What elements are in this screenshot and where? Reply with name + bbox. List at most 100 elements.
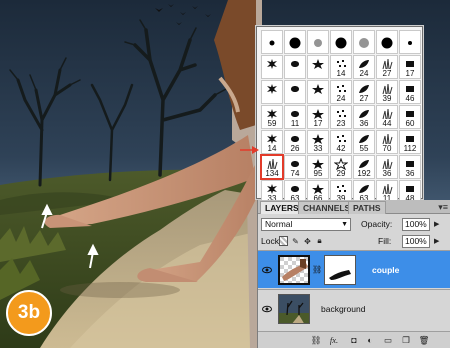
layer-mask-thumbnail[interactable] [324,255,356,285]
opacity-dropdown-icon[interactable]: ▶ [434,219,439,230]
brush-size-label: 11 [290,119,300,128]
brush-preset[interactable] [376,30,398,54]
brush-preset[interactable] [261,55,283,79]
layers-bottom-toolbar: ⛓ fx. ◘ ◐ ▭ ❐ 🗑︎ [258,331,450,348]
layer-thumbnail-couple[interactable] [278,255,310,285]
opacity-field[interactable]: 100% [402,218,430,231]
brush-tip-icon [311,58,325,70]
brush-preset[interactable]: 55 [353,130,375,154]
selected-brush-arrow [240,146,259,154]
brush-size-label: 23 [336,119,346,128]
brush-preset[interactable]: 95 [307,155,329,179]
brush-size-label: 24 [336,94,346,103]
brush-size-label: 134 [265,169,279,178]
brush-size-label: 36 [359,119,369,128]
brush-preset[interactable]: 27 [376,55,398,79]
brush-preset[interactable] [330,30,352,54]
brush-preset[interactable]: 134 [260,154,284,180]
brush-preset[interactable]: 33 [307,130,329,154]
brush-tip-icon [311,34,325,52]
adjustment-layer-icon[interactable]: ◐ [364,335,376,346]
brush-preset[interactable] [284,80,306,104]
brush-preset[interactable]: 36 [399,155,421,179]
fill-field[interactable]: 100% [402,235,430,248]
brush-preset[interactable] [307,30,329,54]
brush-preset[interactable]: 14 [330,55,352,79]
brush-preset[interactable] [307,80,329,104]
brush-size-label: 27 [359,94,369,103]
layer-row-background[interactable]: background [258,289,450,327]
brush-preset[interactable]: 26 [284,130,306,154]
lock-position-icon[interactable]: ✥ [303,236,312,246]
tab-paths[interactable]: PATHS [348,201,386,214]
brush-preset[interactable]: 59 [261,105,283,129]
brush-preset[interactable]: 36 [353,105,375,129]
mask-link-icon[interactable]: ⛓ [312,265,322,274]
brush-preset[interactable]: 23 [330,105,352,129]
brush-preset[interactable]: 60 [399,105,421,129]
blend-mode-select[interactable]: Normal ▼ [261,218,351,231]
delete-layer-icon[interactable]: 🗑︎ [418,335,430,346]
lock-transparency-icon[interactable] [279,236,288,246]
brush-preset[interactable] [261,80,283,104]
layer-style-fx-icon[interactable]: fx. [328,335,340,346]
brush-preset[interactable]: 17 [399,55,421,79]
new-layer-icon[interactable]: ❐ [400,335,412,346]
brush-preset[interactable]: 192 [353,155,375,179]
opacity-label: Opacity: [361,219,393,229]
visibility-eye-icon[interactable] [262,265,272,275]
brush-preset[interactable] [261,30,283,54]
layer-thumbnail-background[interactable] [278,294,310,324]
fill-dropdown-icon[interactable]: ▶ [434,236,439,247]
brush-size-label: 192 [357,169,371,178]
brush-preset[interactable]: 70 [376,130,398,154]
brush-tip-icon [265,83,279,95]
brush-preset[interactable] [399,30,421,54]
brush-preset[interactable]: 36 [376,155,398,179]
brush-preset[interactable] [284,30,306,54]
brush-size-label: 17 [313,119,323,128]
brush-size-label: 17 [405,69,415,78]
brush-preset[interactable]: 24 [353,55,375,79]
blend-mode-value: Normal [265,219,293,229]
brush-preset[interactable]: 11 [284,105,306,129]
brush-size-label: 36 [405,169,415,178]
brush-size-label: 29 [336,169,346,178]
layer-row-couple[interactable]: ⛓ couple [258,250,450,288]
brush-size-label: 14 [267,144,277,153]
tab-channels[interactable]: CHANNELS [298,201,356,214]
brush-size-label: 95 [313,169,323,178]
brush-preset[interactable]: 27 [353,80,375,104]
brush-preset[interactable]: 29 [330,155,352,179]
brush-preset[interactable]: 24 [330,80,352,104]
add-mask-icon[interactable]: ◘ [348,335,360,346]
brush-tip-icon [288,34,302,52]
brush-preset[interactable]: 74 [284,155,306,179]
panel-menu-icon[interactable]: ▾≡ [438,202,448,212]
brush-preset[interactable] [284,55,306,79]
visibility-eye-icon[interactable] [262,304,272,314]
brush-size-label: 60 [405,119,415,128]
lock-all-icon[interactable]: 🔒︎ [315,236,324,246]
lock-pixels-icon[interactable]: ✎ [291,236,300,246]
brush-size-label: 14 [336,69,346,78]
brush-preset[interactable] [353,30,375,54]
brush-preset[interactable] [307,55,329,79]
brush-preset[interactable]: 44 [376,105,398,129]
layer-name-background: background [321,304,366,314]
brush-preset[interactable]: 14 [261,130,283,154]
brush-preset[interactable]: 17 [307,105,329,129]
brush-tip-icon [288,58,302,70]
brush-preset-picker: 14 24 27 17 24 27 39 46 59 11 17 23 36 44 60 14 26 33 42 55… [256,26,423,204]
layers-panel: LAYERS CHANNELS PATHS ▾≡ Normal ▼ Opacit… [257,200,450,348]
brush-preset[interactable]: 42 [330,130,352,154]
brush-tip-icon [403,34,417,52]
brush-preset[interactable]: 46 [399,80,421,104]
brush-tip-icon [311,83,325,95]
new-group-icon[interactable]: ▭ [382,335,394,346]
brush-size-label: 42 [336,144,346,153]
panel-tab-bar: LAYERS CHANNELS PATHS ▾≡ [258,200,450,214]
brush-preset[interactable]: 112 [399,130,421,154]
link-layers-icon[interactable]: ⛓ [310,335,322,346]
brush-preset[interactable]: 39 [376,80,398,104]
